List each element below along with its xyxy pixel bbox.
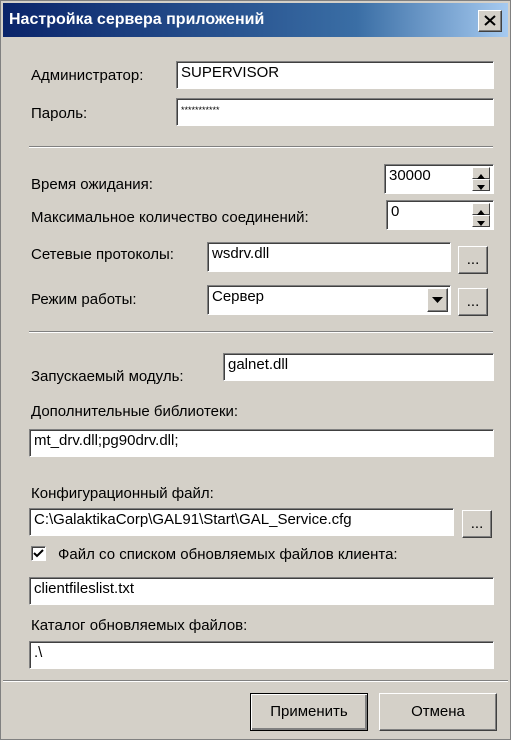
protocols-input[interactable]: wsdrv.dll — [207, 242, 451, 272]
admin-input[interactable]: SUPERVISOR — [176, 61, 494, 89]
libraries-input[interactable]: mt_drv.dll;pg90drv.dll; — [29, 429, 494, 457]
module-input[interactable]: galnet.dll — [223, 353, 494, 381]
protocols-browse-button[interactable]: ... — [458, 246, 488, 274]
spin-down-arrow-icon[interactable] — [472, 179, 490, 191]
close-icon — [484, 15, 496, 26]
checkmark-icon — [33, 549, 44, 558]
update-dir-label: Каталог обновляемых файлов: — [31, 617, 248, 634]
mode-browse-button[interactable]: ... — [458, 288, 488, 316]
apply-button[interactable]: Применить — [250, 693, 368, 731]
client-files-checkbox-label: Файл со списком обновляемых файлов клиен… — [58, 546, 398, 563]
timeout-label: Время ожидания: — [31, 176, 153, 193]
password-label: Пароль: — [31, 105, 88, 122]
cancel-button[interactable]: Отмена — [379, 693, 497, 731]
app-server-settings-dialog: Настройка сервера приложений Администрат… — [0, 0, 511, 740]
config-browse-button[interactable]: ... — [462, 510, 492, 538]
window-title: Настройка сервера приложений — [9, 11, 265, 28]
admin-label: Администратор: — [31, 67, 144, 84]
client-files-checkbox[interactable] — [31, 546, 46, 561]
password-input[interactable]: *********** — [176, 98, 494, 126]
title-bar: Настройка сервера приложений — [3, 3, 508, 37]
config-input[interactable]: C:\GalaktikaCorp\GAL91\Start\GAL_Service… — [29, 508, 454, 536]
separator — [3, 680, 508, 682]
spin-down-arrow-icon[interactable] — [472, 215, 490, 227]
close-button[interactable] — [478, 10, 502, 32]
mode-label: Режим работы: — [31, 291, 137, 308]
spin-up-arrow-icon[interactable] — [472, 203, 490, 215]
separator — [29, 146, 493, 148]
update-dir-input[interactable]: .\ — [29, 641, 494, 669]
libraries-label: Дополнительные библиотеки: — [31, 403, 239, 420]
spin-up-arrow-icon[interactable] — [472, 167, 490, 179]
config-label: Конфигурационный файл: — [31, 485, 214, 502]
mode-dropdown-button[interactable] — [427, 288, 448, 312]
chevron-down-icon — [432, 297, 443, 303]
separator — [29, 331, 493, 333]
module-label: Запускаемый модуль: — [31, 368, 184, 385]
client-files-input[interactable]: clientfileslist.txt — [29, 577, 494, 605]
max-connections-label: Максимальное количество соединений: — [31, 209, 309, 226]
protocols-label: Сетевые протоколы: — [31, 246, 174, 263]
mode-select[interactable]: Сервер — [207, 285, 451, 315]
